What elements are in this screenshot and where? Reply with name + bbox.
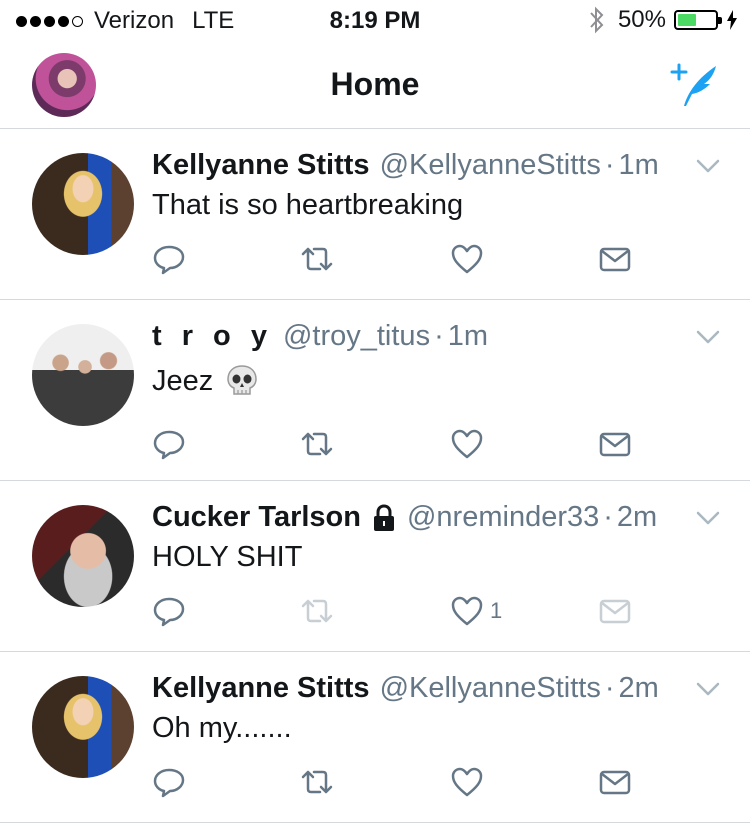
tweet-body: Oh my....... — [152, 712, 292, 744]
reply-icon — [153, 245, 185, 275]
avatar[interactable] — [32, 153, 134, 255]
reply-icon — [153, 430, 185, 460]
tweet-time: 1m — [618, 149, 659, 181]
envelope-icon — [599, 599, 631, 624]
tweet-header: t r o y @troy_titus · 1m — [152, 320, 680, 353]
tweet-body: That is so heartbreaking — [152, 189, 464, 221]
user-name[interactable]: Kellyanne Stitts — [152, 149, 370, 182]
user-handle[interactable]: @nreminder33 — [407, 501, 599, 534]
bluetooth-icon — [590, 6, 604, 34]
status-right: 50% — [588, 6, 738, 34]
page-title: Home — [330, 66, 420, 102]
lock-icon — [373, 503, 394, 531]
battery-icon — [674, 10, 722, 30]
reply-icon — [153, 597, 185, 627]
tweet-text: That is so heartbreaking — [152, 189, 463, 222]
reply-button[interactable] — [152, 239, 186, 279]
envelope-icon — [599, 432, 631, 457]
avatar[interactable] — [32, 676, 134, 778]
retweet-icon — [301, 432, 333, 456]
tweet-text: Jeez — [152, 364, 259, 398]
user-name[interactable]: Cucker Tarlson — [152, 501, 361, 534]
status-bar: Verizon LTE 8:19 PM 50% — [0, 0, 750, 40]
reply-icon — [153, 768, 185, 798]
heart-icon — [451, 429, 483, 459]
tweet-header: Kellyanne Stitts @KellyanneStitts · 2m — [152, 672, 680, 705]
tweet-body: HOLY SHIT — [152, 541, 303, 573]
charging-icon — [727, 10, 737, 30]
like-button[interactable]: 1 — [450, 591, 502, 631]
tweet[interactable]: t r o y @troy_titus · 1m Jeez — [0, 300, 750, 481]
tweet[interactable]: Kellyanne Stitts @KellyanneStitts · 2m O… — [0, 652, 750, 823]
direct-message-button — [598, 591, 632, 631]
like-button[interactable] — [450, 239, 490, 279]
retweet-icon — [301, 599, 333, 623]
direct-message-button[interactable] — [598, 762, 632, 802]
compose-tweet-icon[interactable] — [668, 60, 722, 110]
tweet[interactable]: Cucker Tarlson @nreminder33 · 2m HOLY SH… — [0, 481, 750, 652]
heart-icon — [451, 596, 483, 626]
reply-button[interactable] — [152, 591, 186, 631]
tweet-actions — [152, 762, 652, 802]
retweet-icon — [301, 770, 333, 794]
battery-level — [678, 14, 696, 26]
tweet-time: 2m — [618, 672, 659, 704]
retweet-icon — [301, 247, 333, 271]
tweet-actions — [152, 424, 652, 464]
battery-tip — [718, 17, 722, 24]
user-handle[interactable]: @troy_titus — [283, 320, 430, 353]
user-handle[interactable]: @KellyanneStitts — [380, 149, 601, 182]
heart-icon — [451, 767, 483, 797]
chevron-down-icon[interactable] — [696, 330, 720, 344]
tweet[interactable]: Kellyanne Stitts @KellyanneStitts · 1m T… — [0, 129, 750, 300]
envelope-icon — [599, 247, 631, 272]
separator: · — [603, 501, 613, 533]
separator: · — [604, 149, 615, 181]
tweet-body: Jeez — [152, 364, 214, 397]
tweet-time: 1m — [447, 320, 489, 352]
avatar[interactable] — [32, 324, 134, 426]
tweet-actions — [152, 239, 652, 279]
like-button[interactable] — [450, 424, 490, 464]
tweet-text: HOLY SHIT — [152, 541, 302, 574]
chevron-down-icon[interactable] — [696, 511, 720, 525]
chevron-down-icon[interactable] — [696, 159, 720, 173]
avatar[interactable] — [32, 505, 134, 607]
nav-bar: Home — [0, 40, 750, 129]
direct-message-button[interactable] — [598, 424, 632, 464]
user-handle[interactable]: @KellyanneStitts — [380, 672, 601, 705]
tweet-time: 2m — [616, 501, 658, 533]
retweet-button[interactable] — [300, 762, 334, 802]
separator: · — [434, 320, 444, 352]
tweet-header: Cucker Tarlson @nreminder33 · 2m — [152, 501, 680, 534]
retweet-button[interactable] — [300, 239, 334, 279]
timeline-feed: Kellyanne Stitts @KellyanneStitts · 1m T… — [0, 129, 750, 823]
skull-icon — [227, 365, 258, 395]
chevron-down-icon[interactable] — [696, 682, 720, 696]
retweet-button — [300, 591, 334, 631]
tweet-header: Kellyanne Stitts @KellyanneStitts · 1m — [152, 149, 680, 182]
direct-message-button[interactable] — [598, 239, 632, 279]
user-name[interactable]: t r o y — [152, 320, 273, 353]
heart-icon — [451, 244, 483, 274]
retweet-button[interactable] — [300, 424, 334, 464]
tweet-text: Oh my....... — [152, 712, 292, 745]
tweet-actions: 1 — [152, 591, 652, 631]
reply-button[interactable] — [152, 424, 186, 464]
battery-percent: 50% — [617, 6, 666, 33]
like-count: 1 — [490, 598, 503, 623]
separator: · — [604, 672, 615, 704]
user-name[interactable]: Kellyanne Stitts — [152, 672, 370, 705]
like-button[interactable] — [450, 762, 490, 802]
envelope-icon — [599, 770, 631, 795]
reply-button[interactable] — [152, 762, 186, 802]
